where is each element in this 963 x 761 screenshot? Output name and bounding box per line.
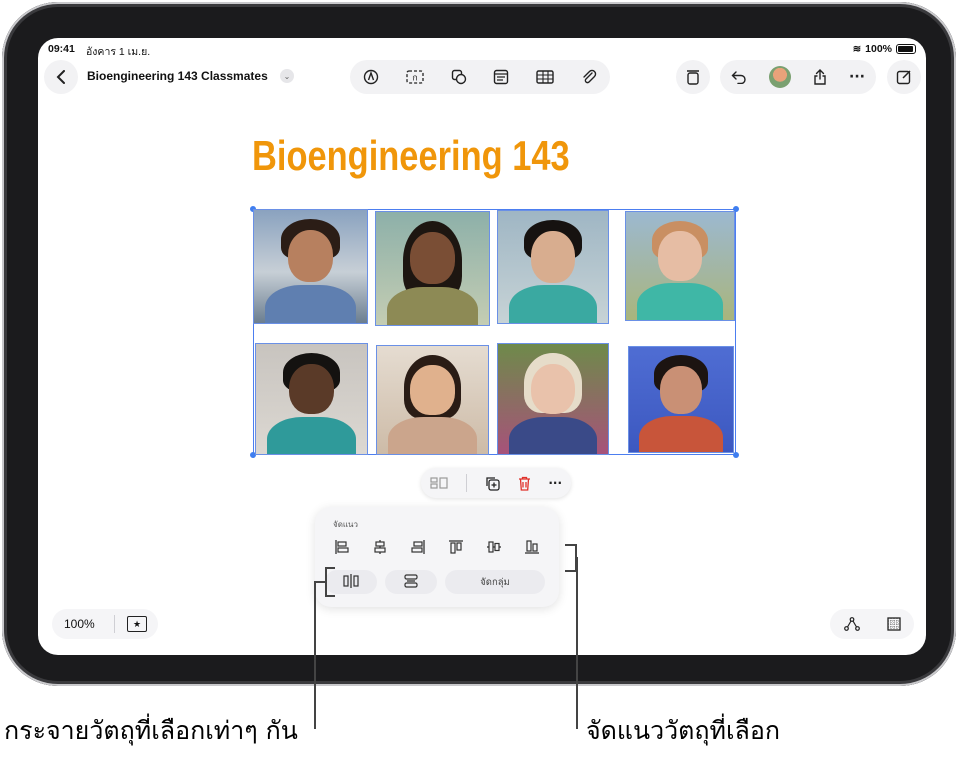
attachment-icon[interactable] <box>581 69 597 85</box>
distribute-callout: กระจายวัตถุที่เลือกเท่าๆ กัน <box>4 716 298 745</box>
star-icon[interactable]: ★ <box>127 616 147 632</box>
distribute-row: จัดกลุ่ม <box>325 570 549 594</box>
textbox-icon[interactable]: ก <box>406 70 424 84</box>
classmate-photo[interactable] <box>255 343 368 455</box>
status-date: อังคาร 1 เม.ย. <box>86 46 151 58</box>
wifi-icon: ≋ <box>852 43 862 55</box>
grid-icon[interactable] <box>886 617 901 631</box>
classmate-photo[interactable] <box>628 346 734 453</box>
battery-percent: 100% <box>865 43 892 55</box>
pen-icon[interactable] <box>363 69 379 85</box>
arrange-icon[interactable] <box>430 477 448 489</box>
zoom-control: 100% ★ <box>52 609 158 639</box>
align-middle-icon[interactable] <box>478 535 511 559</box>
more-icon[interactable]: ··· <box>849 70 865 84</box>
delete-icon[interactable] <box>518 476 531 491</box>
back-icon <box>56 70 66 84</box>
distribute-bracket <box>325 567 335 569</box>
distribute-bracket <box>325 595 335 597</box>
back-button[interactable] <box>44 60 78 94</box>
chevron-down-icon: ⌄ <box>283 71 291 81</box>
align-callout: จัดแนววัตถุที่เลือก <box>586 716 781 745</box>
connector-icon[interactable] <box>843 617 860 631</box>
trash-stack-button[interactable] <box>676 60 710 94</box>
align-row <box>325 535 549 559</box>
zoom-separator <box>114 615 115 633</box>
status-time: 09:41 <box>48 43 75 55</box>
document-title[interactable]: Bioengineering 143 Classmates <box>87 69 268 83</box>
more-icon[interactable]: ··· <box>548 477 562 489</box>
undo-icon[interactable] <box>731 70 747 84</box>
classmate-photo[interactable] <box>375 211 490 326</box>
selection-context-menu: ··· <box>421 468 571 498</box>
compose-icon <box>896 69 912 85</box>
align-left-icon[interactable] <box>325 535 358 559</box>
status-right: ≋ 100% <box>853 43 916 55</box>
align-panel: จัดแนว จัดกลุ่ม <box>315 507 559 607</box>
share-icon[interactable] <box>813 69 827 85</box>
align-top-icon[interactable] <box>440 535 473 559</box>
classmate-photo[interactable] <box>497 210 609 324</box>
board-title[interactable]: Bioengineering 143 <box>252 132 570 180</box>
align-panel-header: จัดแนว <box>333 520 358 529</box>
title-menu-button[interactable]: ⌄ <box>280 69 294 83</box>
svg-text:ก: ก <box>412 74 417 84</box>
align-bracket <box>565 544 575 546</box>
zoom-level[interactable]: 100% <box>52 617 114 631</box>
align-bottom-icon[interactable] <box>516 535 549 559</box>
distribute-horizontal-icon <box>343 573 359 591</box>
distribute-horizontal-button[interactable] <box>325 570 377 594</box>
align-center-icon[interactable] <box>363 535 396 559</box>
insert-toolbar: ก <box>350 60 610 94</box>
collab-toolbar: ··· <box>720 60 876 94</box>
menu-separator <box>465 474 467 492</box>
align-right-icon[interactable] <box>401 535 434 559</box>
classmate-photo[interactable] <box>497 343 609 455</box>
battery-icon <box>896 44 916 54</box>
duplicate-icon[interactable] <box>485 476 500 491</box>
avatar[interactable] <box>769 66 791 88</box>
classmate-photo[interactable] <box>376 345 489 455</box>
trash-stack-icon <box>686 69 700 85</box>
status-bar: 09:41 อังคาร 1 เม.ย. ≋ 100% <box>48 43 916 58</box>
distribute-leader <box>314 581 316 729</box>
shapes-icon[interactable] <box>451 69 467 85</box>
compose-button[interactable] <box>887 60 921 94</box>
distribute-vertical-button[interactable] <box>385 570 437 594</box>
distribute-vertical-icon <box>403 573 419 591</box>
classmate-photo[interactable] <box>253 209 368 324</box>
note-icon[interactable] <box>493 69 509 85</box>
group-button[interactable]: จัดกลุ่ม <box>445 570 545 594</box>
ipad-frame: 09:41 อังคาร 1 เม.ย. ≋ 100% Bioengineeri… <box>2 2 956 686</box>
table-icon[interactable] <box>536 70 554 84</box>
align-leader <box>576 557 578 729</box>
canvas-tools <box>830 609 914 639</box>
screen: 09:41 อังคาร 1 เม.ย. ≋ 100% Bioengineeri… <box>38 38 926 655</box>
classmate-photo[interactable] <box>625 211 735 321</box>
align-bracket <box>565 570 575 572</box>
